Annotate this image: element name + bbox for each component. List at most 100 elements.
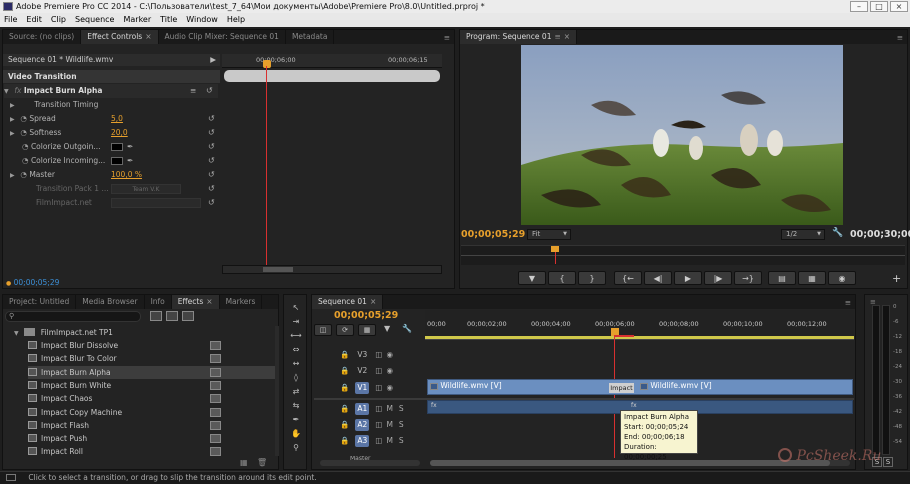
lift-button[interactable]: ▤ [768, 271, 796, 285]
stopwatch-icon[interactable]: ◔ [22, 156, 29, 165]
panel-menu-icon[interactable]: ≡ [444, 33, 454, 42]
reset-icon[interactable]: ↺ [208, 168, 215, 182]
zoom-handle[interactable] [263, 267, 293, 272]
add-button-icon[interactable]: + [892, 272, 901, 285]
close-button[interactable]: × [890, 1, 908, 12]
tab-program[interactable]: Program: Sequence 01 ≡ × [460, 30, 578, 44]
scroll-thumb[interactable] [430, 460, 830, 466]
folder-row[interactable]: ▼ FilmImpact.net TP1 [14, 326, 113, 339]
stopwatch-icon[interactable]: ◔ [20, 128, 27, 137]
reset-icon[interactable]: ↺ [208, 154, 215, 168]
effect-item[interactable]: Impact Roll [28, 445, 276, 458]
insert-sequence-icon[interactable]: ◫ [314, 324, 332, 336]
tab-effects[interactable]: Effects × [171, 295, 220, 309]
effect-item[interactable]: Impact Chaos [28, 392, 276, 405]
add-marker-button[interactable]: ▼ [518, 271, 546, 285]
lock-icon[interactable]: 🔒 [340, 383, 349, 392]
solo-button[interactable]: S [399, 404, 404, 413]
play-only-icon[interactable]: ▶ [210, 54, 216, 66]
video-clip-1[interactable]: Wildlife.wmv [V] [430, 380, 502, 392]
stopwatch-icon[interactable]: ◔ [20, 114, 27, 123]
panel-menu-icon[interactable]: ≡ [845, 298, 855, 307]
wrench-icon[interactable]: 🔧 [832, 228, 843, 238]
menu-help[interactable]: Help [227, 13, 245, 27]
program-playhead-handle[interactable] [551, 246, 559, 252]
work-area-bar[interactable] [425, 336, 854, 339]
track-target[interactable]: A2 [355, 419, 370, 431]
ec-time-ruler[interactable]: 00;00;06;00 00;00;06;15 [222, 54, 442, 68]
accelerated-effects-icon[interactable] [150, 311, 162, 321]
reset-icon[interactable]: ↺ [208, 196, 215, 210]
expand-triangle-icon[interactable]: ▼ [4, 85, 12, 99]
link-field[interactable] [111, 198, 201, 208]
ripple-edit-tool-icon[interactable]: ⟷ [289, 331, 303, 343]
step-back-button[interactable]: ◀| [644, 271, 672, 285]
selection-tool-icon[interactable]: ↖ [289, 303, 303, 315]
hand-tool-icon[interactable]: ✋ [289, 429, 303, 441]
mark-in-button[interactable]: { [548, 271, 576, 285]
solo-right-button[interactable]: S [883, 457, 893, 467]
effect-item[interactable]: Impact Blur To Color [28, 352, 276, 365]
sync-lock-icon[interactable]: ◫ [375, 366, 382, 375]
reset-icon[interactable]: ↺ [208, 112, 215, 126]
add-marker-icon[interactable]: ▼ [384, 324, 390, 336]
timeline-h-scrollbar-left[interactable] [320, 460, 420, 466]
extract-button[interactable]: ▦ [798, 271, 826, 285]
close-icon[interactable]: × [564, 32, 570, 41]
go-to-out-button[interactable]: →} [734, 271, 762, 285]
menu-edit[interactable]: Edit [26, 13, 42, 27]
track-target[interactable]: A1 [355, 403, 370, 415]
menu-file[interactable]: File [4, 13, 17, 27]
mark-out-button[interactable]: } [578, 271, 606, 285]
track-target[interactable]: V3 [355, 349, 369, 361]
eye-icon[interactable]: ◉ [386, 383, 393, 392]
sync-lock-icon[interactable]: ◫ [375, 420, 382, 429]
tab-markers[interactable]: Markers [220, 295, 263, 309]
tab-project[interactable]: Project: Untitled [3, 295, 77, 309]
sync-lock-icon[interactable]: ◫ [375, 350, 382, 359]
eye-icon[interactable]: ◉ [386, 350, 393, 359]
reset-icon[interactable]: ↺ [208, 182, 215, 196]
resolution-dropdown[interactable]: 1/2 ▼ [781, 229, 825, 240]
video-preview[interactable] [521, 45, 843, 225]
track-target[interactable]: V2 [355, 365, 369, 377]
effect-item[interactable]: Impact Burn White [28, 379, 276, 392]
effects-search-input[interactable]: ⚲ [5, 311, 141, 322]
track-target[interactable]: V1 [355, 382, 370, 394]
lock-icon[interactable]: 🔒 [340, 404, 349, 413]
color-swatch[interactable] [111, 154, 123, 168]
effect-header-row[interactable]: ▼ fx Impact Burn Alpha ≡ ↺ [4, 84, 218, 98]
tab-info[interactable]: Info [145, 295, 172, 309]
slip-tool-icon[interactable]: ⇄ [289, 387, 303, 399]
solo-button[interactable]: S [399, 420, 404, 429]
yuv-effects-icon[interactable] [182, 311, 194, 321]
effect-item[interactable]: Impact Flash [28, 419, 276, 432]
lock-icon[interactable]: 🔒 [340, 366, 349, 375]
video-clip-2[interactable]: Wildlife.wmv [V] [640, 380, 712, 392]
tab-metadata[interactable]: Metadata [286, 30, 335, 44]
slide-tool-icon[interactable]: ⇆ [289, 401, 303, 413]
sync-lock-icon[interactable]: ◫ [375, 436, 382, 445]
step-forward-button[interactable]: |▶ [704, 271, 732, 285]
linked-selection-icon[interactable]: ▦ [358, 324, 376, 336]
stopwatch-icon[interactable]: ◔ [20, 170, 27, 179]
color-swatch[interactable] [111, 140, 123, 154]
lock-icon[interactable]: 🔒 [340, 350, 349, 359]
reset-icon[interactable]: ↺ [208, 140, 215, 154]
menu-sequence[interactable]: Sequence [75, 13, 114, 27]
menu-title[interactable]: Title [160, 13, 177, 27]
transition-block[interactable]: Impact [609, 383, 634, 393]
effect-item[interactable]: Impact Blur Dissolve [28, 339, 276, 352]
effects-scrollbar[interactable] [275, 326, 279, 456]
effect-item[interactable]: Impact Copy Machine [28, 406, 276, 419]
program-scrub-bar[interactable] [461, 245, 905, 265]
rolling-edit-tool-icon[interactable]: ⇔ [289, 345, 303, 357]
program-current-time[interactable]: 00;00;05;29 [461, 229, 525, 240]
collapse-triangle-icon[interactable]: ▶ [10, 169, 18, 183]
new-bin-icon[interactable]: ▦ [240, 458, 248, 467]
32bit-effects-icon[interactable] [166, 311, 178, 321]
mute-button[interactable]: M [386, 404, 392, 413]
ec-zoom-scrollbar[interactable] [222, 265, 442, 274]
tab-effect-controls[interactable]: Effect Controls × [81, 30, 159, 44]
track-target[interactable]: A3 [355, 435, 370, 447]
